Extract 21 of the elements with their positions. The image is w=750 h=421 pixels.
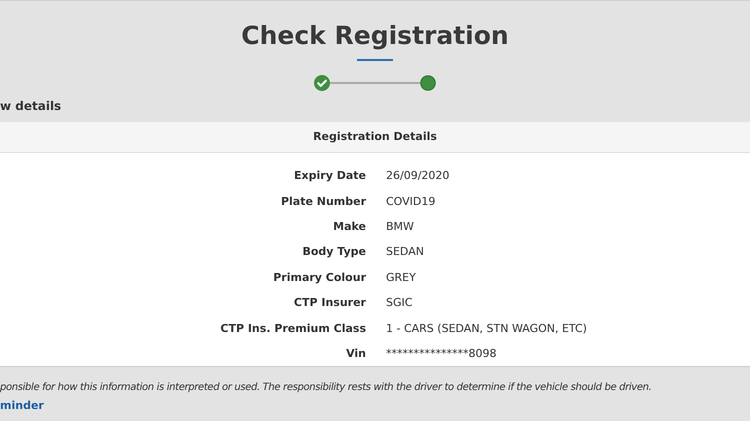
reminder-link[interactable]: minder [0,399,44,412]
field-value: SGIC [386,296,412,310]
table-heading: Registration Details [0,122,750,153]
field-label: Vin [345,346,366,360]
disclaimer-text: ponsible for how this information is interpreted or used. The responsibility rests with the driver to determine if the vehicle should be driven. [0,382,652,394]
field-label: Primary Colour [272,270,366,284]
field-label: Make [332,220,366,233]
field-label: Body Type [301,245,366,258]
page-title: Check Registration [241,20,509,52]
field-label: CTP Insurer [292,296,366,310]
field-label: Plate Number [280,194,366,208]
field-value: SEDAN [386,245,424,258]
field-label: Expiry Date [293,169,366,182]
field-label: CTP Ins. Premium Class [219,322,366,335]
field-value: COVID19 [386,194,436,208]
field-value: BMW [386,220,414,233]
field-value: 26/09/2020 [386,169,450,182]
field-value: ***************8098 [386,346,496,360]
section-title: w details [0,99,62,113]
field-value: 1 - CARS (SEDAN, STN WAGON, ETC) [386,322,587,335]
field-value: GREY [386,270,416,284]
